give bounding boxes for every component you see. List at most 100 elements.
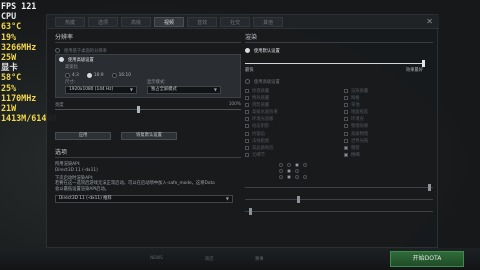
level-dot[interactable] [279,168,283,173]
brightness-slider[interactable]: 亮度 100% [55,102,241,113]
render-option-left[interactable]: 抗锯齿 [245,131,334,137]
level-dot[interactable] [279,162,283,167]
render-option-right[interactable]: 网格 [344,95,433,101]
render-option-left[interactable]: 高级水面效果 [245,110,334,115]
bottom-events-link[interactable]: 赛事 [255,256,264,262]
checkbox-icon [245,138,249,143]
level-dot[interactable] [287,162,291,167]
slider-thumb[interactable] [297,195,300,203]
checkbox-icon [245,110,249,115]
quality-low-label: 最快 [245,68,254,73]
render-option-left[interactable]: 环境光遮蔽 [245,117,334,122]
tab-video[interactable]: 视频 [154,16,185,27]
slider-track [245,210,433,212]
aspect-16-10[interactable]: 16:10 [111,73,131,78]
tab-social[interactable]: 社交 [220,16,251,27]
size-dropdown[interactable]: 1920x1080 (144 Hz) ▼ [65,86,137,94]
render-quality-slider[interactable]: 最快 效果最好 [245,60,433,74]
checkbox-icon [245,88,249,93]
radio-icon [245,79,250,84]
brightness-thumb[interactable] [137,106,140,113]
render-option-left[interactable]: 高品质地形 [245,146,334,151]
render-option-right[interactable]: 粗糙 [344,146,433,151]
render-option-left[interactable]: 无细节 [245,153,334,158]
level-dot[interactable] [279,174,283,179]
api-help-line2: 会以最低设置渲染API启动。 [55,187,110,193]
api-current-value: Direct3D 11 (-dx11) [55,167,98,173]
aspect-4-3[interactable]: 4:3 [65,73,79,78]
tab-advanced[interactable]: 高级 [121,16,152,27]
slider-track [245,186,433,188]
checkbox-icon [245,95,249,100]
checkbox-icon [245,124,249,129]
render-option-right[interactable]: 地面视差 [344,110,433,115]
checkbox-icon [245,131,249,136]
brightness-value: 100% [228,102,241,107]
quality-high-label: 效果最好 [405,68,423,73]
level-dot[interactable] [295,174,299,179]
render-option-right[interactable]: 世界光照 [344,138,433,144]
aspect-label: 高宽比 [65,65,78,70]
aspect-16-9[interactable]: 16:9 [86,73,104,78]
play-dota-button[interactable]: 开始DOTA [390,251,464,267]
render-slider-2[interactable] [245,195,433,203]
bottom-news-link[interactable]: NEWS [150,256,163,261]
render-option-label: 网格 [351,95,360,101]
quality-thumb[interactable] [422,60,425,67]
radio-icon [65,73,70,78]
level-dot[interactable] [303,162,307,167]
restore-defaults-button[interactable]: 恢复默认设置 [121,132,177,140]
tab-other[interactable]: 其他 [253,16,284,27]
level-dot[interactable] [303,174,307,179]
render-option-right[interactable]: 物理效果 [344,124,433,129]
render-option-label: 纹理质量 [252,88,270,94]
bottom-store-link[interactable]: 商店 [205,256,214,262]
render-slider-1[interactable] [245,183,433,191]
radio-selected-icon [245,48,250,53]
api-dropdown[interactable]: Direct3D 11 (-dx11) 推荐 ▼ [55,194,233,203]
render-option-left[interactable]: 阴影质量 [245,102,334,108]
level-dot[interactable] [287,174,291,179]
level-dot[interactable] [295,168,299,173]
checkbox-icon [344,138,348,143]
tab-hotkeys[interactable]: 热键 [55,16,86,27]
render-option-label: 动态阴影 [252,124,270,130]
render-section: 渲染 使用默认设置 最快 效果最好 使用高级设置 纹理质量 渲染质量 特效质量 网格阴… [245,33,433,215]
render-option-label: 精细 [351,153,360,159]
apply-button[interactable]: 应用 [55,132,111,140]
render-option-label: 高级水面效果 [252,110,278,116]
render-option-right[interactable]: 精细 [344,153,433,158]
render-default-option[interactable]: 使用默认设置 [245,47,433,54]
render-option-label: 无细节 [252,153,265,159]
render-option-label: 高级物理 [351,131,369,137]
render-slider-3[interactable] [245,207,433,215]
tab-audio[interactable]: 音效 [187,16,218,27]
render-option-right[interactable]: 高级物理 [344,131,433,137]
fps-readout: FPS 121 [1,1,37,11]
tab-options[interactable]: 选项 [88,16,119,27]
render-advanced-option[interactable]: 使用高级设置 [245,78,433,85]
render-option-left[interactable]: 法线贴图 [245,138,334,144]
checkbox-icon [344,131,348,136]
level-dot[interactable] [287,168,291,173]
display-mode-dropdown[interactable]: 独占全屏模式 ▼ [147,86,221,94]
render-option-left[interactable]: 纹理质量 [245,88,334,94]
render-option-right[interactable]: 环境光 [344,117,433,122]
slider-thumb[interactable] [249,207,252,215]
render-option-left[interactable]: 动态阴影 [245,124,334,129]
slider-thumb[interactable] [428,183,431,191]
checkbox-icon [344,146,348,150]
advanced-resolution-option[interactable]: 使用高级设置 [59,56,237,63]
close-icon[interactable]: ✕ [426,17,433,26]
render-option-right[interactable]: 草地 [344,102,433,108]
quality-dots-row-3 [245,174,433,179]
render-option-right[interactable]: 渲染质量 [344,88,433,94]
slider-track [245,198,433,200]
aspect-16-10-label: 16:10 [118,73,131,78]
radio-icon [55,48,60,53]
render-option-left[interactable]: 特效质量 [245,95,334,101]
desktop-resolution-option[interactable]: 使用基于桌面的分辨率 [55,47,241,54]
checkbox-icon [344,110,348,115]
render-options-grid: 纹理质量 渲染质量特效质量 网格阴影质量 草地高级水面效果 地面视差环境光遮蔽 环境光动态… [245,88,433,158]
level-dot[interactable] [295,162,299,167]
